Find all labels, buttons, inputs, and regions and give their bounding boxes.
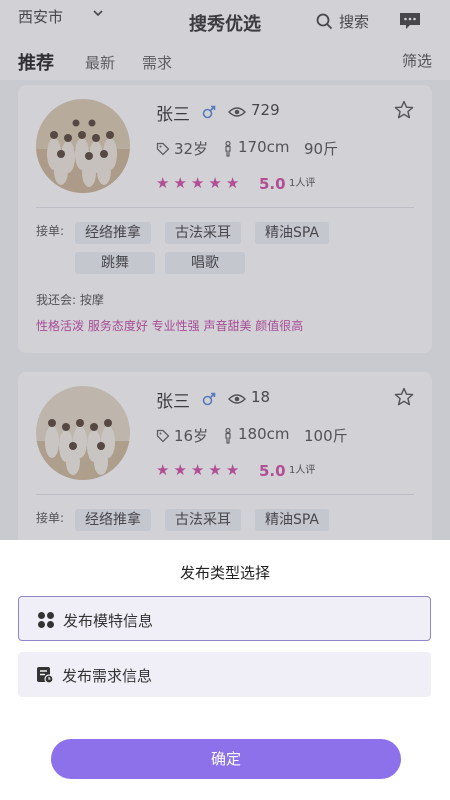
option-label: 发布需求信息 [62,667,153,685]
sheet-title: 发布类型选择 [179,564,270,582]
option-label: 发布模特信息 [63,612,154,630]
grid-icon [38,612,54,628]
publish-type-sheet: 发布类型选择 发布模特信息 发布需求信息 确定 [0,540,450,800]
option-publish-demand[interactable]: 发布需求信息 [18,652,431,697]
option-publish-model[interactable]: 发布模特信息 [18,596,431,641]
confirm-button[interactable]: 确定 [51,739,401,779]
document-icon [37,667,54,684]
